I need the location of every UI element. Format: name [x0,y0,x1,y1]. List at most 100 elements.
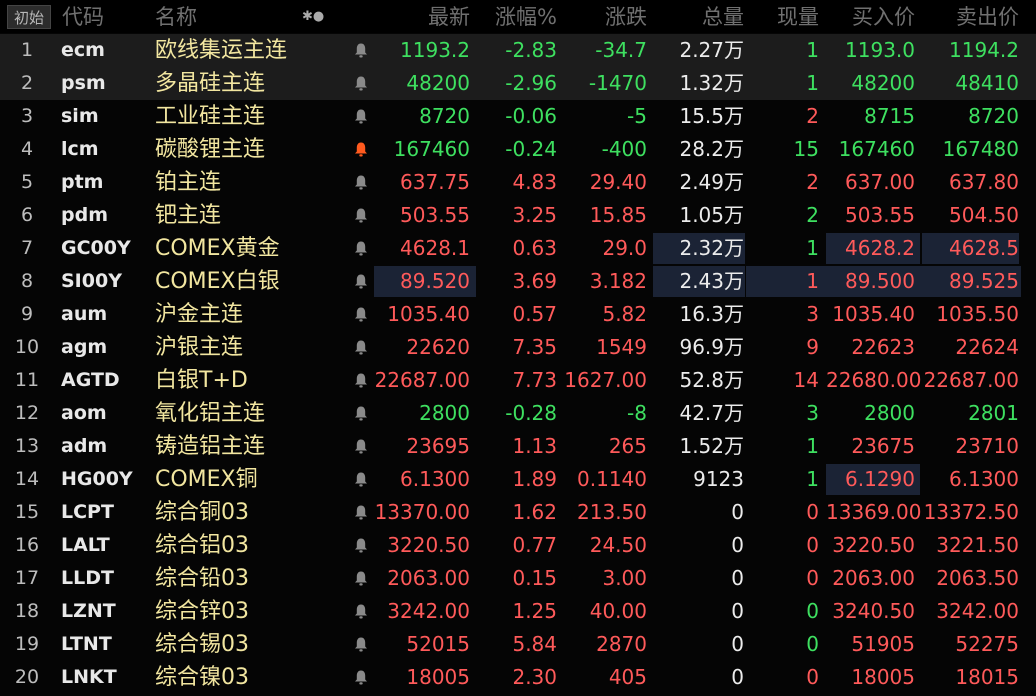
ask-price: 48410 [955,71,1019,95]
row-index: 8 [20,270,34,292]
total-volume: 96.9万 [679,335,744,359]
table-row[interactable]: 9 aum 沪金主连 1035.40 0.57 5.82 16.3万 3 1035.40 1035… [0,298,1036,331]
price-alert-bell-icon[interactable] [353,562,371,595]
contract-name: COMEX铜 [155,467,258,492]
ask-price: 89.525 [949,269,1019,293]
indicator-toggle-icon[interactable]: ✱● [302,3,324,31]
col-header-bid[interactable]: 买入价 [826,3,915,31]
contract-name: 铂主连 [155,170,222,195]
price-alert-bell-icon[interactable] [353,430,371,463]
change-amount: 213.50 [577,500,647,524]
ask-price: 2063.50 [936,566,1019,590]
price-alert-bell-icon[interactable] [353,463,371,496]
price-alert-bell-icon[interactable] [353,331,371,364]
table-row[interactable]: 5 ptm 铂主连 637.75 4.83 29.40 2.49万 2 637.00 637.80 [0,166,1036,199]
last-price: 52015 [406,632,470,656]
bid-price: 89.500 [845,269,915,293]
table-row[interactable]: 14 HG00Y COMEX铜 6.1300 1.89 0.1140 9123 1 6.1290… [0,463,1036,496]
price-alert-bell-icon[interactable] [353,133,371,166]
price-alert-bell-icon[interactable] [353,397,371,430]
row-index: 14 [14,468,40,490]
table-row[interactable]: 13 adm 铸造铝主连 23695 1.13 265 1.52万 1 23675 23710 [0,430,1036,463]
col-header-current[interactable]: 现量 [760,3,819,31]
ask-price: 18015 [955,665,1019,689]
contract-code: adm [61,435,108,457]
price-alert-bell-icon[interactable] [353,100,371,133]
price-alert-bell-icon[interactable] [353,364,371,397]
current-volume: 0 [806,566,819,590]
table-row[interactable]: 1 ecm 欧线集运主连 1193.2 -2.83 -34.7 2.27万 1 1193.0 11… [0,34,1036,67]
last-price: 2800 [419,401,470,425]
contract-name: 综合铝03 [155,533,249,558]
col-header-name[interactable]: 名称 [155,3,197,31]
change-amount: -1470 [588,71,647,95]
table-row[interactable]: 10 agm 沪银主连 22620 7.35 1549 96.9万 9 22623 22624 [0,331,1036,364]
col-header-volume[interactable]: 总量 [653,3,744,31]
contract-code: psm [61,72,106,94]
change-amount: 40.00 [589,599,647,623]
last-price: 48200 [406,71,470,95]
total-volume: 28.2万 [679,137,744,161]
ask-price: 4628.5 [949,236,1019,260]
last-price: 1035.40 [387,302,470,326]
current-volume: 0 [806,632,819,656]
table-row[interactable]: 19 LTNT 综合锡03 52015 5.84 2870 0 0 51905 52275 [0,628,1036,661]
price-alert-bell-icon[interactable] [353,232,371,265]
price-alert-bell-icon[interactable] [353,67,371,100]
total-volume: 9123 [693,467,744,491]
col-header-pct[interactable]: 涨幅% [476,3,557,31]
current-volume: 0 [806,665,819,689]
table-row[interactable]: 2 psm 多晶硅主连 48200 -2.96 -1470 1.32万 1 48200 48410 [0,67,1036,100]
table-row[interactable]: 20 LNKT 综合镍03 18005 2.30 405 0 0 18005 18015 [0,661,1036,694]
table-row[interactable]: 16 LALT 综合铝03 3220.50 0.77 24.50 0 0 3220.50 3221… [0,529,1036,562]
price-alert-bell-icon[interactable] [353,199,371,232]
bid-price: 51905 [851,632,915,656]
price-alert-bell-icon[interactable] [353,166,371,199]
change-amount: 405 [608,665,647,689]
price-alert-bell-icon[interactable] [353,298,371,331]
change-amount: 3.182 [589,269,647,293]
table-row[interactable]: 18 LZNT 综合锌03 3242.00 1.25 40.00 0 0 3240.50 3242… [0,595,1036,628]
table-row[interactable]: 3 sim 工业硅主连 8720 -0.06 -5 15.5万 2 8715 8720 [0,100,1036,133]
row-index: 16 [14,534,40,556]
row-index: 1 [20,39,34,61]
contract-code: pdm [61,204,108,226]
price-alert-bell-icon[interactable] [353,595,371,628]
table-row[interactable]: 15 LCPT 综合铜03 13370.00 1.62 213.50 0 0 13369.00 1… [0,496,1036,529]
bid-price: 503.55 [845,203,915,227]
col-header-last[interactable]: 最新 [374,3,470,31]
contract-name: 沪银主连 [155,335,244,360]
current-volume: 0 [806,599,819,623]
col-header-change[interactable]: 涨跌 [562,3,647,31]
price-alert-bell-icon[interactable] [353,529,371,562]
table-row[interactable]: 6 pdm 钯主连 503.55 3.25 15.85 1.05万 2 503.55 504.50 [0,199,1036,232]
ask-price: 8720 [968,104,1019,128]
change-percent: -0.28 [505,401,557,425]
last-price: 23695 [406,434,470,458]
table-row[interactable]: 12 aom 氧化铝主连 2800 -0.28 -8 42.7万 3 2800 2801 [0,397,1036,430]
price-alert-bell-icon[interactable] [353,265,371,298]
contract-code: sim [61,105,99,127]
col-header-code[interactable]: 代码 [62,3,104,31]
change-percent: 2.30 [512,665,557,689]
change-percent: 7.73 [512,368,557,392]
change-percent: -0.06 [505,104,557,128]
table-row[interactable]: 11 AGTD 白银T+D 22687.00 7.73 1627.00 52.8万 14 226… [0,364,1036,397]
table-row[interactable]: 7 GC00Y COMEX黄金 4628.1 0.63 29.0 2.32万 1 4628.2 4… [0,232,1036,265]
table-row[interactable]: 17 LLDT 综合铅03 2063.00 0.15 3.00 0 0 2063.00 2063.… [0,562,1036,595]
table-row[interactable]: 4 lcm 碳酸锂主连 167460 -0.24 -400 28.2万 15 167460 167… [0,133,1036,166]
current-volume: 14 [793,368,819,392]
table-row[interactable]: 8 SI00Y COMEX白银 89.520 3.69 3.182 2.43万 1 89.500… [0,265,1036,298]
change-percent: -2.83 [505,38,557,62]
contract-code: LLDT [61,567,114,589]
total-volume: 0 [731,632,744,656]
col-header-ask[interactable]: 卖出价 [922,3,1019,31]
price-alert-bell-icon[interactable] [353,628,371,661]
reset-sort-button[interactable]: 初始 [7,5,51,29]
bid-price: 167460 [838,137,915,161]
price-alert-bell-icon[interactable] [353,34,371,67]
contract-code: lcm [61,138,99,160]
price-alert-bell-icon[interactable] [353,661,371,694]
total-volume: 2.43万 [679,269,744,293]
price-alert-bell-icon[interactable] [353,496,371,529]
